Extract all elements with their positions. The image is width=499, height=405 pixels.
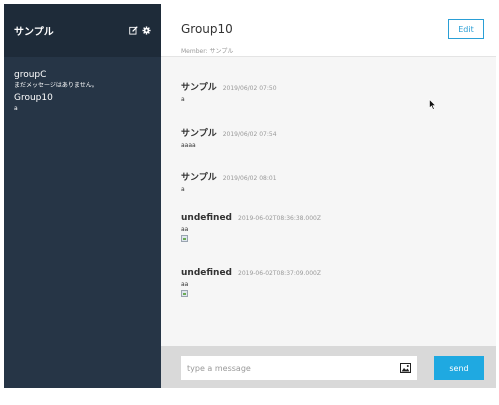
gear-icon[interactable]: [142, 26, 151, 35]
mouse-cursor-icon: [429, 99, 436, 110]
sidebar-actions: [129, 26, 151, 35]
group-name: Group10: [14, 93, 53, 103]
message-text: aa: [181, 281, 189, 288]
group-item-groupc[interactable]: groupC まだメッセージはありません。: [4, 67, 161, 92]
edit-group-button[interactable]: Edit: [448, 19, 484, 39]
image-icon[interactable]: [400, 363, 411, 373]
message: サンプル 2019/06/02 07:54 aaaa: [181, 126, 277, 149]
member-names: サンプル: [209, 48, 234, 55]
message-text: aaaa: [181, 142, 196, 149]
message-text: a: [181, 96, 185, 103]
message: サンプル 2019/06/02 07:50 a: [181, 80, 277, 103]
message-header: サンプル 2019/06/02 08:01: [181, 170, 277, 183]
message-date: 2019-06-02T08:36:38.000Z: [238, 215, 321, 222]
current-user-name: サンプル: [14, 27, 54, 38]
message: サンプル 2019/06/02 08:01 a: [181, 170, 277, 193]
message-date: 2019/06/02 07:50: [222, 85, 277, 92]
message-text: a: [181, 186, 185, 193]
member-label: Member:: [181, 48, 210, 55]
member-line: Member: サンプル: [181, 46, 233, 55]
message-header: サンプル 2019/06/02 07:54: [181, 126, 277, 139]
broken-image-icon: [181, 290, 188, 297]
group-list: groupC まだメッセージはありません。 Group10 a: [4, 57, 161, 115]
message-user: undefined: [181, 213, 232, 223]
message: undefined 2019-06-02T08:37:09.000Z aa: [181, 268, 321, 297]
message-text: aa: [181, 226, 189, 233]
chat-app: サンプル groupC まだメッセージはありません。 Group10 a Gro…: [4, 4, 496, 388]
message-header: undefined 2019-06-02T08:36:38.000Z: [181, 213, 321, 223]
group-title: Group10: [181, 22, 233, 36]
group-name: groupC: [14, 70, 47, 80]
sidebar: サンプル groupC まだメッセージはありません。 Group10 a: [4, 4, 161, 388]
message-date: 2019-06-02T08:37:09.000Z: [238, 270, 321, 277]
group-last-message: まだメッセージはありません。: [14, 82, 98, 89]
chat-main: Group10 Member: サンプル Edit サンプル 2019/06/0…: [161, 4, 496, 388]
message-user: サンプル: [181, 173, 217, 183]
message-header: サンプル 2019/06/02 07:50: [181, 80, 277, 93]
sidebar-header: サンプル: [4, 4, 161, 57]
send-button[interactable]: send: [434, 356, 484, 380]
message-input-wrap: [181, 356, 417, 380]
group-item-group10[interactable]: Group10 a: [4, 92, 161, 115]
group-last-message: a: [14, 105, 18, 112]
message-date: 2019/06/02 07:54: [222, 131, 277, 138]
message: undefined 2019-06-02T08:36:38.000Z aa: [181, 213, 321, 242]
broken-image-icon: [181, 235, 188, 242]
message-form: send: [161, 346, 496, 388]
message-header: undefined 2019-06-02T08:37:09.000Z: [181, 268, 321, 278]
edit-icon[interactable]: [129, 26, 138, 35]
message-user: サンプル: [181, 129, 217, 139]
chat-header: Group10 Member: サンプル Edit: [161, 4, 496, 57]
message-user: undefined: [181, 268, 232, 278]
message-input[interactable]: [181, 356, 395, 380]
message-date: 2019/06/02 08:01: [222, 175, 277, 182]
message-user: サンプル: [181, 83, 217, 93]
